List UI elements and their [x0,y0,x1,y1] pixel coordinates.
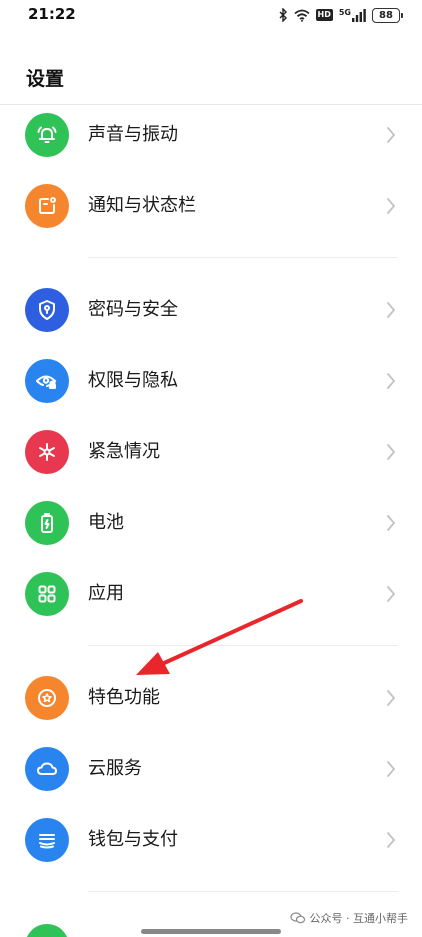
settings-item-permissions-privacy[interactable]: 权限与隐私 [0,346,422,416]
battery-indicator: 88 [372,7,403,23]
bell-icon [25,113,69,157]
settings-item-label: 电池 [88,512,124,533]
settings-item-label: 紧急情况 [88,441,160,462]
watermark-text: 公众号 · 互通小帮手 [309,912,409,925]
settings-item-cloud-services[interactable]: 云服务 [0,734,422,804]
cloud-icon [25,747,69,791]
chevron-right-icon [387,127,396,143]
status-icons: HD 5G 88 [279,6,403,24]
settings-item-label: 云服务 [88,758,142,779]
page-title: 设置 [26,68,65,90]
wechat-icon [289,912,305,924]
settings-item-special-features[interactable]: 特色功能 [0,663,422,733]
settings-item-label: 特色功能 [88,687,160,708]
status-bar: 21:22 HD 5G 88 [0,0,422,30]
chevron-right-icon [387,690,396,706]
wallet-icon [25,818,69,862]
settings-item-label: 声音与振动 [88,124,178,145]
settings-item-label: 通知与状态栏 [88,195,196,216]
chevron-right-icon [387,515,396,531]
settings-item-apps[interactable]: 应用 [0,559,422,629]
signal-icon: 5G [338,7,366,22]
chevron-right-icon [387,198,396,214]
wifi-icon [293,9,310,22]
settings-item-label: 权限与隐私 [88,370,178,391]
settings-item-notification-status-bar[interactable]: 通知与状态栏 [0,171,422,241]
watermark: 公众号 · 互通小帮手 [289,910,409,926]
chevron-right-icon [387,761,396,777]
notification-icon [25,184,69,228]
group-divider [88,645,398,646]
apps-grid-icon [25,572,69,616]
partial-item-icon [25,924,69,937]
shield-icon [25,288,69,332]
settings-item-password-security[interactable]: 密码与安全 [0,275,422,345]
chevron-right-icon [387,586,396,602]
star-badge-icon [25,676,69,720]
settings-item-label: 密码与安全 [88,299,178,320]
chevron-right-icon [387,832,396,848]
network-type: 5G [338,7,351,17]
settings-item-wallet-payment[interactable]: 钱包与支付 [0,805,422,875]
bluetooth-icon [279,8,288,22]
chevron-right-icon [387,302,396,318]
chevron-right-icon [387,444,396,460]
settings-item-battery[interactable]: 电池 [0,488,422,558]
settings-item-emergency[interactable]: 紧急情况 [0,417,422,487]
settings-item-label: 钱包与支付 [88,829,178,850]
battery-icon [25,501,69,545]
eye-lock-icon [25,359,69,403]
settings-item-sound-vibration[interactable]: 声音与振动 [0,100,422,170]
settings-item-label: 应用 [88,583,124,604]
group-divider [88,257,398,258]
chevron-right-icon [387,373,396,389]
home-indicator[interactable] [141,929,281,934]
status-time: 21:22 [28,5,76,23]
hd-badge: HD [315,9,333,21]
group-divider [88,891,398,892]
asterisk-icon [25,430,69,474]
